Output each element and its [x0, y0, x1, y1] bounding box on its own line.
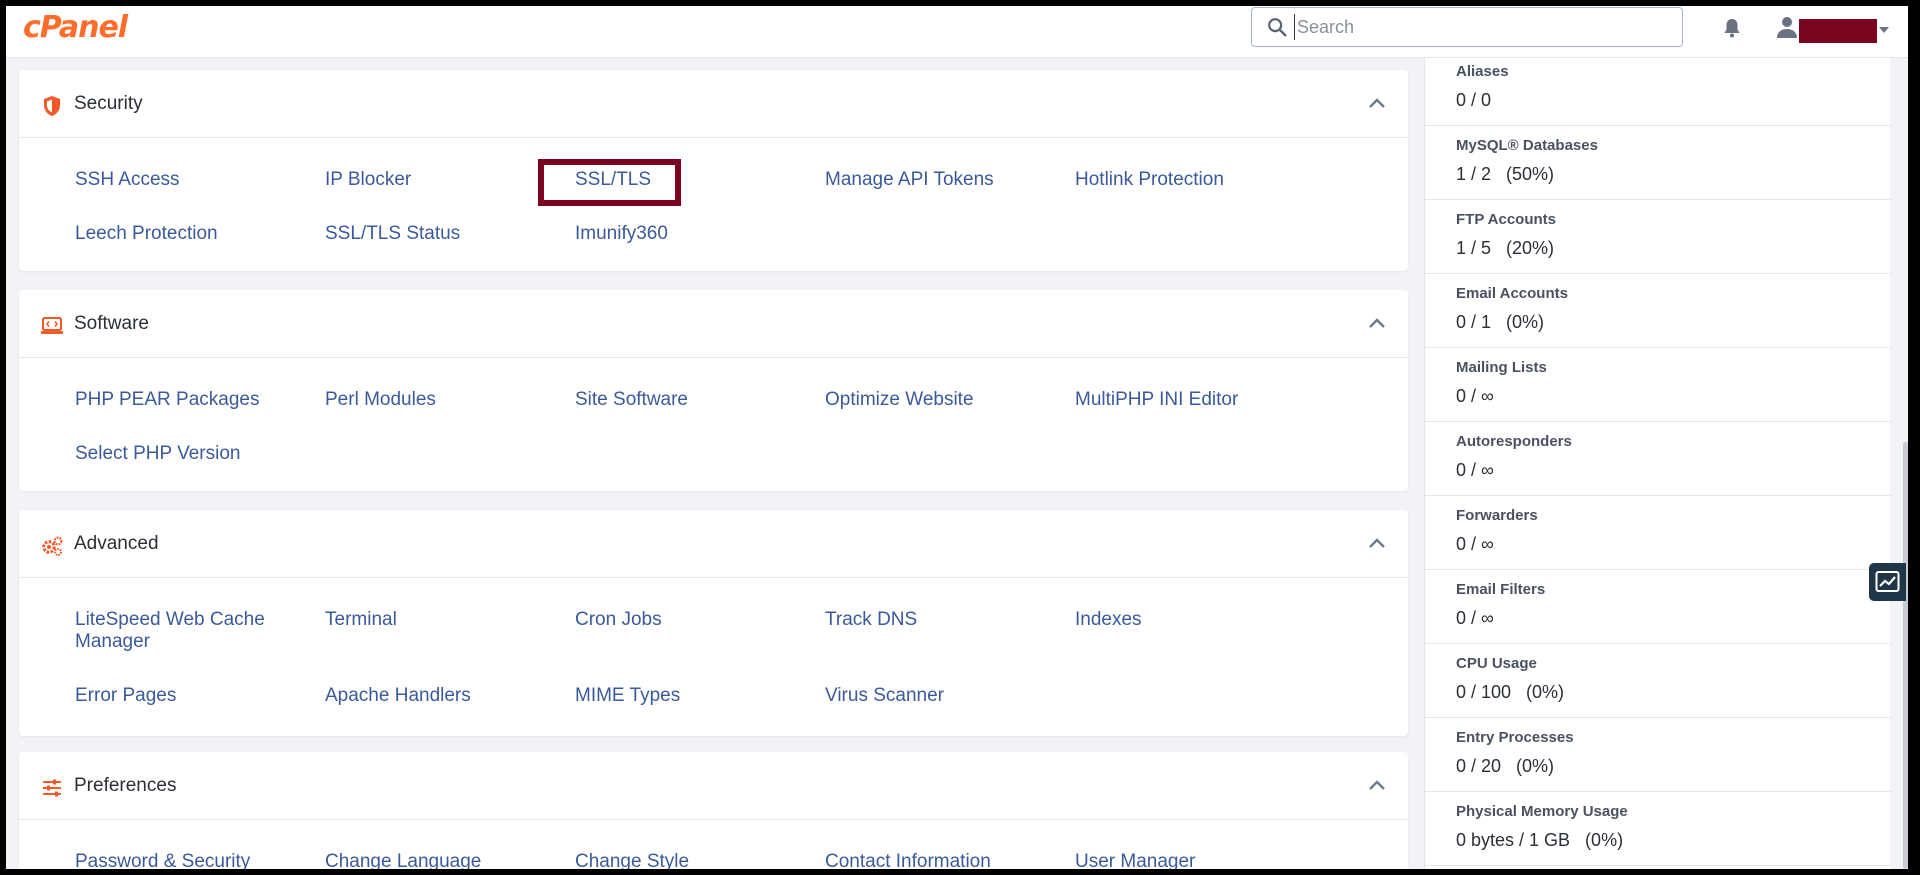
chart-icon	[1875, 571, 1900, 592]
section-title: Advanced	[74, 533, 159, 554]
stat-label: CPU Usage	[1456, 655, 1537, 672]
stat-label: Email Accounts	[1456, 285, 1568, 302]
stat-aliases: Aliases 0 / 0	[1425, 52, 1891, 126]
chevron-up-icon[interactable]	[1368, 316, 1386, 330]
stat-forwarders[interactable]: Forwarders 0 / ∞	[1425, 496, 1891, 570]
section-header[interactable]: Advanced	[19, 510, 1408, 578]
section-advanced: Advanced LiteSpeed Web Cache Manager Ter…	[19, 510, 1408, 736]
link-apache-handlers[interactable]: Apache Handlers	[325, 685, 525, 707]
user-name[interactable]: user	[1799, 19, 1877, 43]
link-terminal[interactable]: Terminal	[325, 609, 525, 631]
section-security: Security SSH Access IP Blocker SSL/TLS M…	[19, 70, 1408, 271]
search-input[interactable]	[1294, 14, 1674, 40]
stat-label: Mailing Lists	[1456, 359, 1547, 376]
chevron-up-icon[interactable]	[1368, 778, 1386, 792]
link-imunify360[interactable]: Imunify360	[575, 223, 775, 245]
section-preferences: Preferences Password & Security Change L…	[19, 752, 1408, 869]
stat-value: 0 / ∞	[1456, 386, 1494, 406]
section-title: Software	[74, 313, 149, 334]
link-user-manager[interactable]: User Manager	[1075, 851, 1275, 869]
search-icon	[1268, 18, 1287, 37]
link-cron-jobs[interactable]: Cron Jobs	[575, 609, 775, 631]
statistics-toggle-button[interactable]	[1869, 563, 1906, 601]
section-header[interactable]: Security	[19, 70, 1408, 138]
stat-cpu-usage[interactable]: CPU Usage 0 / 100 (0%)	[1425, 644, 1891, 718]
link-select-php-version[interactable]: Select PHP Version	[75, 443, 275, 465]
link-perl-modules[interactable]: Perl Modules	[325, 389, 525, 411]
link-litespeed-web-cache-manager[interactable]: LiteSpeed Web Cache Manager	[75, 609, 275, 653]
link-site-software[interactable]: Site Software	[575, 389, 775, 411]
link-indexes[interactable]: Indexes	[1075, 609, 1275, 631]
shield-icon	[44, 96, 60, 116]
stat-value: 0 / ∞	[1456, 608, 1494, 628]
stat-value: 0 / 0	[1456, 90, 1492, 110]
gears-icon	[42, 536, 63, 556]
stat-label: Physical Memory Usage	[1456, 803, 1628, 820]
link-mime-types[interactable]: MIME Types	[575, 685, 775, 707]
stat-value: 1 / 2 (50%)	[1456, 164, 1555, 184]
link-error-pages[interactable]: Error Pages	[75, 685, 275, 707]
link-hotlink-protection[interactable]: Hotlink Protection	[1075, 169, 1275, 191]
stat-value: 1 / 5 (20%)	[1456, 238, 1555, 258]
stat-value: 0 bytes / 1 GB (0%)	[1456, 830, 1624, 850]
link-contact-information[interactable]: Contact Information	[825, 851, 1025, 869]
bell-icon[interactable]	[1720, 16, 1744, 40]
stat-value: 0 / 20 (0%)	[1456, 756, 1555, 776]
link-ssh-access[interactable]: SSH Access	[75, 169, 275, 191]
software-icon	[41, 317, 63, 334]
chevron-up-icon[interactable]	[1368, 536, 1386, 550]
link-ssl-tls-status[interactable]: SSL/TLS Status	[325, 223, 525, 245]
page-scrollbar-thumb[interactable]	[1903, 442, 1908, 869]
chevron-up-icon[interactable]	[1368, 96, 1386, 110]
link-optimize-website[interactable]: Optimize Website	[825, 389, 1025, 411]
stat-label: Aliases	[1456, 63, 1509, 80]
stat-email-filters[interactable]: Email Filters 0 / ∞	[1425, 570, 1891, 644]
link-change-language[interactable]: Change Language	[325, 851, 525, 869]
sliders-icon	[43, 779, 61, 797]
statistics-panel: Aliases 0 / 0 MySQL® Databases 1 / 2 (50…	[1424, 58, 1891, 869]
link-change-style[interactable]: Change Style	[575, 851, 775, 869]
section-software: Software PHP PEAR Packages Perl Modules …	[19, 290, 1408, 491]
stat-label: Autoresponders	[1456, 433, 1572, 450]
stat-label: Entry Processes	[1456, 729, 1574, 746]
top-bar: cPanel user	[6, 6, 1908, 58]
stat-label: FTP Accounts	[1456, 211, 1557, 228]
section-header[interactable]: Preferences	[19, 752, 1408, 820]
link-virus-scanner[interactable]: Virus Scanner	[825, 685, 1025, 707]
link-leech-protection[interactable]: Leech Protection	[75, 223, 275, 245]
stat-label: Email Filters	[1456, 581, 1546, 598]
link-manage-api-tokens[interactable]: Manage API Tokens	[825, 169, 1025, 191]
link-ip-blocker[interactable]: IP Blocker	[325, 169, 525, 191]
link-multiphp-ini-editor[interactable]: MultiPHP INI Editor	[1075, 389, 1275, 411]
app-frame: cPanel user Security	[6, 6, 1908, 869]
cpanel-logo[interactable]: cPanel	[23, 10, 128, 45]
section-title: Preferences	[74, 775, 177, 796]
stat-value: 0 / ∞	[1456, 460, 1494, 480]
stat-mysql-databases[interactable]: MySQL® Databases 1 / 2 (50%)	[1425, 126, 1891, 200]
stat-physical-memory-usage[interactable]: Physical Memory Usage 0 bytes / 1 GB (0%…	[1425, 792, 1891, 866]
stat-label: Forwarders	[1456, 507, 1538, 524]
stat-value: 0 / 1 (0%)	[1456, 312, 1545, 332]
user-icon[interactable]	[1776, 15, 1798, 39]
link-password-security[interactable]: Password & Security	[75, 851, 275, 869]
stat-email-accounts[interactable]: Email Accounts 0 / 1 (0%)	[1425, 274, 1891, 348]
ssl-tls-highlight-box	[538, 159, 681, 206]
section-title: Security	[74, 93, 143, 114]
search-box[interactable]	[1251, 7, 1683, 47]
stat-label: MySQL® Databases	[1456, 137, 1598, 154]
link-track-dns[interactable]: Track DNS	[825, 609, 1025, 631]
stat-value: 0 / ∞	[1456, 534, 1494, 554]
stat-entry-processes[interactable]: Entry Processes 0 / 20 (0%)	[1425, 718, 1891, 792]
stat-autoresponders[interactable]: Autoresponders 0 / ∞	[1425, 422, 1891, 496]
section-header[interactable]: Software	[19, 290, 1408, 358]
stat-value: 0 / 100 (0%)	[1456, 682, 1565, 702]
chevron-down-icon[interactable]	[1879, 26, 1889, 34]
stat-mailing-lists[interactable]: Mailing Lists 0 / ∞	[1425, 348, 1891, 422]
link-php-pear-packages[interactable]: PHP PEAR Packages	[75, 389, 275, 411]
stat-ftp-accounts[interactable]: FTP Accounts 1 / 5 (20%)	[1425, 200, 1891, 274]
